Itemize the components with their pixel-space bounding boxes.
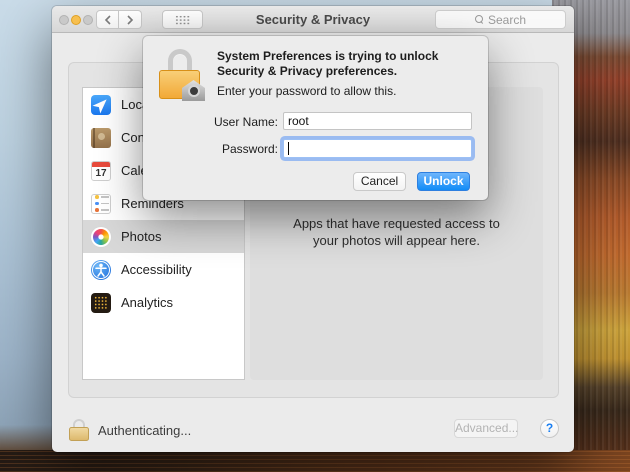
search-icon <box>475 15 484 24</box>
accessibility-icon <box>91 260 111 280</box>
dialog-lock-icon <box>159 49 207 101</box>
sidebar-item-label: Accessibility <box>121 262 192 277</box>
sidebar-item-label: Analytics <box>121 295 173 310</box>
advanced-button: Advanced... <box>454 419 518 438</box>
search-input[interactable]: Search <box>435 10 566 29</box>
sidebar-item-label: Photos <box>121 229 161 244</box>
help-button[interactable]: ? <box>540 419 559 438</box>
dialog-subtitle: Enter your password to allow this. <box>217 84 396 98</box>
location-icon <box>91 95 111 115</box>
sidebar-item-analytics[interactable]: Analytics <box>83 286 244 319</box>
footer-lock-icon[interactable] <box>69 419 89 441</box>
wallpaper-water <box>0 450 630 472</box>
password-field[interactable] <box>283 139 472 158</box>
analytics-icon <box>91 293 111 313</box>
dialog-title: System Preferences is trying to unlock S… <box>217 49 479 79</box>
text-caret <box>288 142 289 155</box>
unlock-auth-dialog: System Preferences is trying to unlock S… <box>143 36 488 200</box>
search-placeholder: Search <box>488 13 526 27</box>
sidebar-item-accessibility[interactable]: Accessibility <box>83 253 244 286</box>
photos-icon <box>91 227 111 247</box>
calendar-icon: 17 <box>91 161 111 181</box>
password-label: Password: <box>143 142 278 156</box>
cancel-button[interactable]: Cancel <box>353 172 406 191</box>
username-field[interactable] <box>283 112 472 130</box>
sidebar-item-photos[interactable]: Photos <box>83 220 244 253</box>
username-label: User Name: <box>143 115 278 129</box>
unlock-button[interactable]: Unlock <box>417 172 470 191</box>
empty-state-text: Apps that have requested access to your … <box>287 215 507 249</box>
reminders-icon <box>91 194 111 214</box>
titlebar: Security & Privacy Search <box>52 6 574 33</box>
authenticating-status: Authenticating... <box>98 423 191 438</box>
contacts-icon <box>91 128 111 148</box>
